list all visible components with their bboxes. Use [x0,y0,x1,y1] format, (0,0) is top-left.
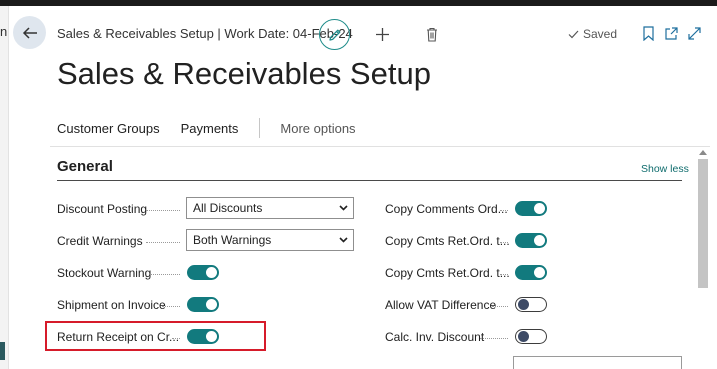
more-options-action[interactable]: More options [280,121,355,136]
discount-posting-select[interactable]: All Discounts [186,197,354,219]
section-title-general[interactable]: General [57,158,113,175]
vertical-scrollbar[interactable] [697,150,709,369]
back-arrow-icon [22,26,37,39]
copy-comments-toggle[interactable] [515,201,547,216]
toggle-knob [534,235,545,246]
saved-status: Saved [568,27,617,41]
scroll-thumb[interactable] [698,159,708,288]
toggle-knob [206,299,217,310]
scroll-up-arrow[interactable] [699,150,707,155]
discount-posting-label: Discount Posting [57,202,148,216]
saved-label: Saved [583,27,618,41]
copy-cmts-ret-2-toggle[interactable] [515,265,547,280]
calc-inv-discount-toggle[interactable] [515,329,547,344]
pencil-icon [328,29,340,41]
calc-inv-discount-label: Calc. Inv. Discount [385,330,485,344]
expand-button[interactable] [686,24,702,42]
show-less-link[interactable]: Show less [641,163,689,175]
chevron-down-icon [339,205,348,211]
payments-action[interactable]: Payments [181,121,239,136]
bookmark-icon [642,25,654,41]
credit-warnings-select[interactable]: Both Warnings [186,229,354,251]
copy-cmts-ret-1-toggle[interactable] [515,233,547,248]
stockout-warning-label: Stockout Warning [57,266,152,280]
delete-button[interactable] [423,24,441,44]
highlight-box [45,321,266,351]
plus-icon [375,27,389,41]
copy-comments-label: Copy Comments Ord... [385,202,508,216]
action-separator [259,118,261,138]
page-title: Sales & Receivables Setup [57,56,431,91]
back-button[interactable] [13,16,46,49]
action-bar: Customer Groups Payments More options [57,118,377,138]
action-bar-divider [50,146,710,147]
section-divider [57,180,682,181]
window-top-strip [0,0,717,6]
credit-warnings-label: Credit Warnings [57,234,143,248]
stockout-warning-toggle[interactable] [187,265,219,280]
field-dots [500,274,508,275]
edit-button[interactable] [319,19,350,50]
toggle-knob [534,203,545,214]
credit-warnings-value: Both Warnings [193,233,272,247]
field-dots [150,274,180,275]
customer-groups-action[interactable]: Customer Groups [57,121,160,136]
toggle-knob [206,267,217,278]
copy-cmts-ret-2-label: Copy Cmts Ret.Ord. t... [385,266,510,280]
allow-vat-difference-label: Allow VAT Difference [385,298,497,312]
field-dots [162,306,180,307]
trash-icon [427,27,437,42]
bookmark-button[interactable] [640,24,656,42]
field-dots [146,210,180,211]
field-dots [146,242,180,243]
toggle-knob [518,330,529,342]
field-dots [480,338,508,339]
left-edge-panel [0,6,9,369]
allow-vat-difference-toggle[interactable] [515,297,547,312]
header-title: Sales & Receivables Setup | Work Date: 0… [57,26,353,41]
shipment-on-invoice-label: Shipment on Invoice [57,298,166,312]
toggle-knob [534,267,545,278]
new-button[interactable] [372,24,392,44]
field-dots [500,242,508,243]
expand-icon [687,26,701,40]
open-new-window-button[interactable] [663,24,679,42]
left-edge-marker [0,342,5,360]
checkmark-icon [568,30,579,38]
chevron-down-icon [339,237,348,243]
open-new-window-icon [664,26,678,40]
field-dots [500,210,508,211]
left-edge-text: n [0,24,8,39]
partially-visible-field[interactable] [513,356,682,369]
field-dots [492,306,508,307]
shipment-on-invoice-toggle[interactable] [187,297,219,312]
toggle-knob [518,298,529,310]
copy-cmts-ret-1-label: Copy Cmts Ret.Ord. t... [385,234,510,248]
discount-posting-value: All Discounts [193,201,263,215]
